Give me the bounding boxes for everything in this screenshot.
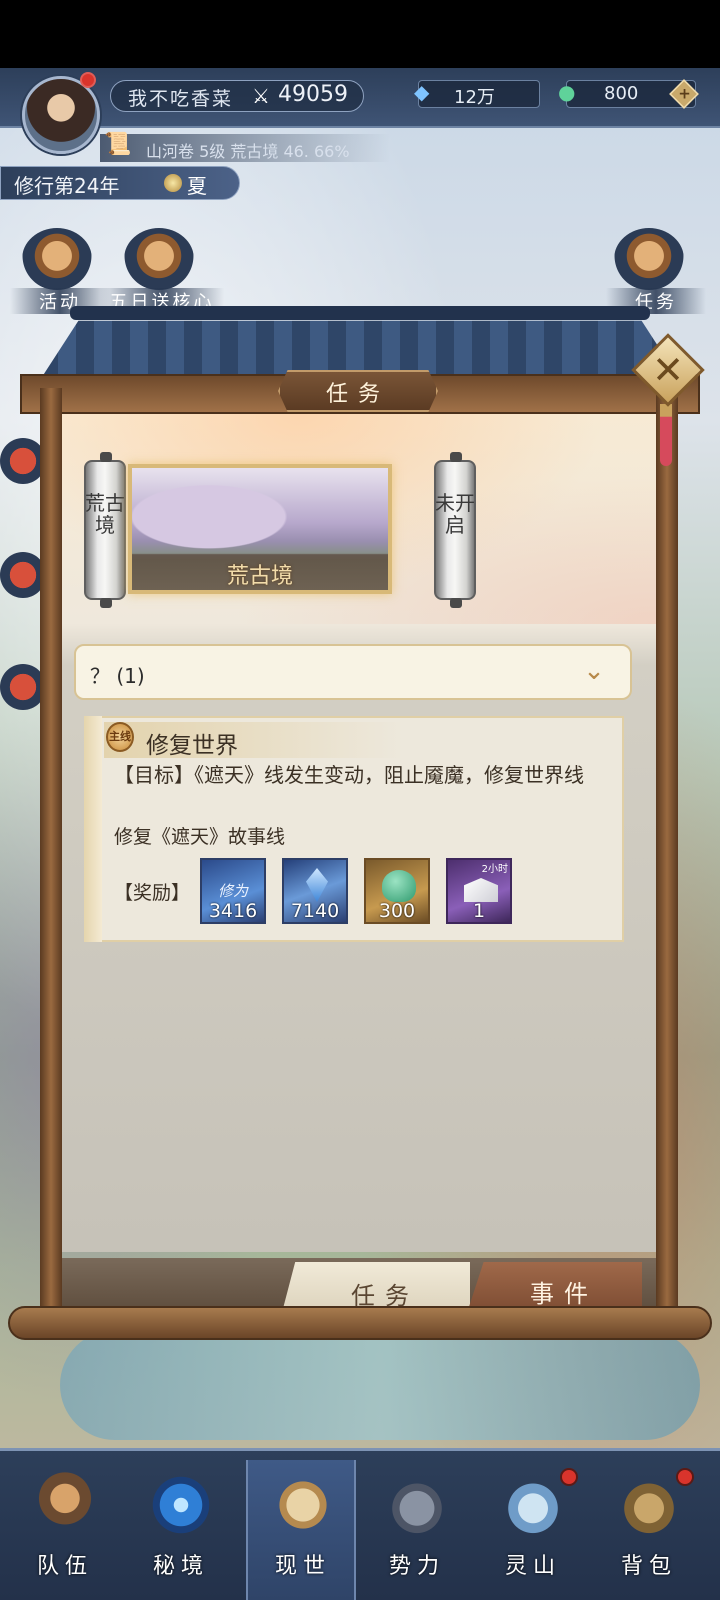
mountain-icon — [500, 1472, 566, 1538]
background-river — [60, 1330, 700, 1440]
activity-icon[interactable] — [22, 228, 92, 290]
task-goal: 【目标】《遮天》线发生变动，阻止魇魔，修复世界线 — [114, 763, 584, 787]
task-description: 修复《遮天》故事线 — [114, 826, 286, 848]
modal-roof-ridge — [70, 306, 650, 320]
task-card-edge — [84, 716, 102, 942]
nav-label: 秘境 — [152, 1554, 209, 1579]
player-name: 我不吃香菜 — [128, 88, 234, 110]
nav-item-spirit-mountain[interactable]: 灵山 — [478, 1460, 588, 1600]
reward-count: 300 — [378, 900, 416, 922]
modal-title: 任务 — [325, 382, 390, 407]
task-filter-dropdown[interactable] — [74, 644, 632, 700]
season-icon — [164, 174, 182, 192]
nav-label: 现世 — [274, 1554, 331, 1579]
tab-event-label: 事件 — [530, 1280, 598, 1308]
reward-cultivation[interactable]: 修为 3416 — [200, 858, 266, 924]
task-filter-label: ？ (1) — [90, 664, 145, 688]
portal-icon — [148, 1472, 214, 1538]
reward-count: 3416 — [208, 900, 258, 922]
reward-count: 1 — [472, 900, 486, 922]
envelope-icon — [464, 878, 498, 902]
map-scroll-icon — [270, 1472, 336, 1538]
realm-progress-text: 山河卷 5级 荒古境 46. 66% — [146, 142, 350, 161]
backpack-icon — [616, 1472, 682, 1538]
nav-label: 背包 — [620, 1554, 677, 1579]
main-quest-badge: 主线 — [106, 722, 134, 752]
reward-jade-bag[interactable]: 300 — [364, 858, 430, 924]
notification-dot — [560, 1468, 578, 1486]
combat-power: 49059 — [278, 82, 348, 107]
crystal-icon — [306, 868, 328, 902]
modal-left-pillar — [40, 388, 62, 1320]
nav-label: 队伍 — [36, 1554, 93, 1579]
jade-count: 800 — [604, 83, 639, 104]
reward-count: 7140 — [290, 900, 340, 922]
chevron-down-icon[interactable]: ⌄ — [578, 656, 610, 686]
nav-item-team[interactable]: 队伍 — [10, 1460, 120, 1600]
crystal-icon: ◆ — [414, 80, 430, 104]
modal-bottom-beam — [8, 1306, 712, 1340]
modal-right-pillar — [656, 388, 678, 1320]
reward-duration-tag: 2小时 — [481, 864, 508, 875]
reward-cultivation-label: 修为 — [217, 882, 248, 900]
realm-card-label: 荒古境 — [226, 564, 293, 589]
task-reward-label: 【奖励】 — [114, 882, 191, 904]
nav-label: 灵山 — [504, 1554, 561, 1579]
nav-item-faction[interactable]: 势力 — [362, 1460, 472, 1600]
nav-item-world[interactable]: 现世 — [246, 1460, 356, 1600]
power-icon: ⚔ — [252, 84, 270, 108]
realm-scroll-right-label: 未开启 — [435, 491, 475, 537]
cultivation-year: 修行第24年 — [14, 174, 120, 198]
nav-item-backpack[interactable]: 背包 — [594, 1460, 704, 1600]
reward-envelope[interactable]: 2小时 1 — [446, 858, 512, 924]
close-icon[interactable]: ✕ — [650, 348, 686, 392]
jade-bag-icon — [382, 870, 416, 902]
task-title: 修复世界 — [146, 733, 238, 759]
reward-crystal[interactable]: 7140 — [282, 858, 348, 924]
tassel-ornament — [660, 404, 672, 466]
realm-scroll-left-label: 荒古境 — [85, 491, 125, 537]
season-label: 夏 — [187, 174, 207, 198]
nav-label: 势力 — [388, 1554, 445, 1579]
core-gift-icon[interactable] — [124, 228, 194, 290]
team-icon — [32, 1472, 98, 1538]
jade-bag-icon: ● — [558, 80, 576, 104]
avatar-notification-dot — [80, 72, 96, 88]
gem-count: 12万 — [454, 87, 495, 108]
pagoda-icon — [384, 1472, 450, 1538]
notification-dot — [676, 1468, 694, 1486]
nav-item-secret-realm[interactable]: 秘境 — [126, 1460, 236, 1600]
scroll-icon[interactable]: 📜 — [104, 132, 131, 157]
tasks-menu-icon[interactable] — [614, 228, 684, 290]
